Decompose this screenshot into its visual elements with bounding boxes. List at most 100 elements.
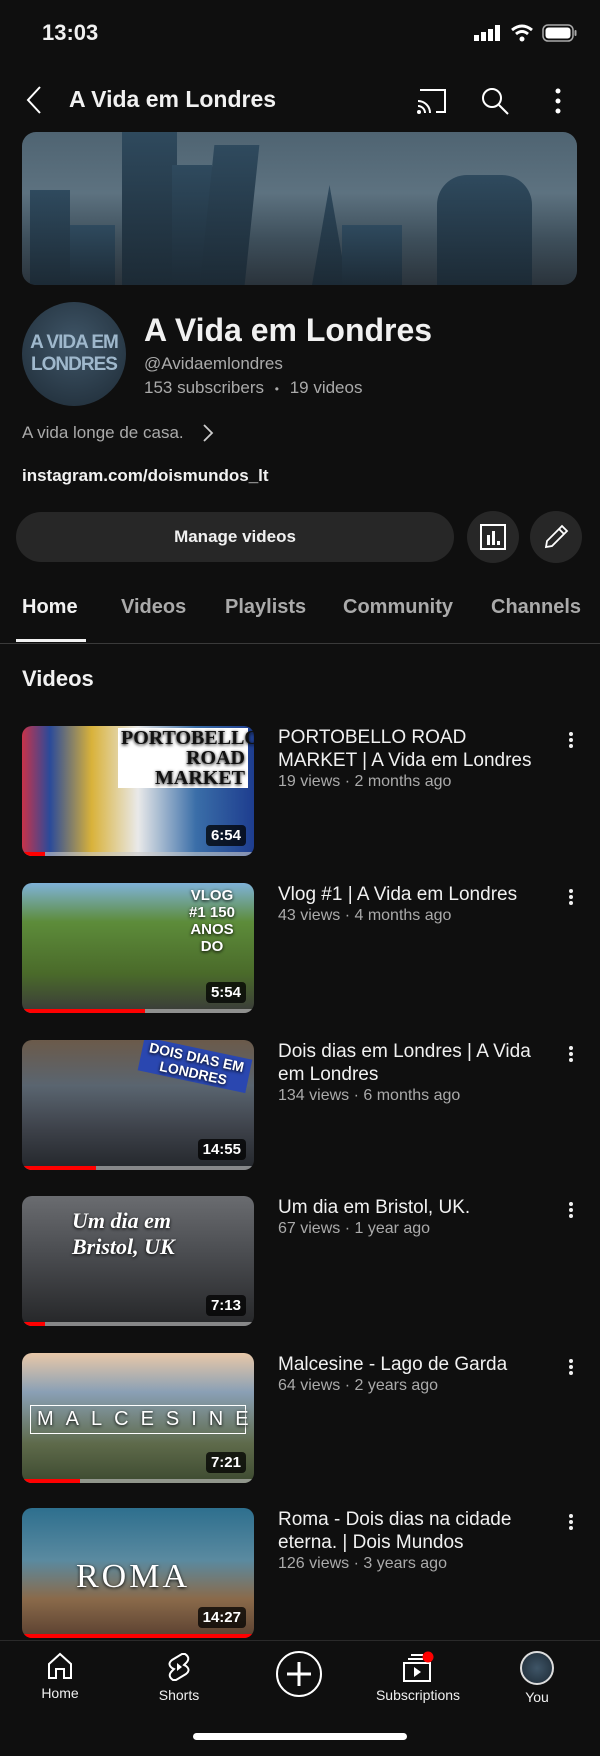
video-more-button[interactable] [562,1042,580,1066]
video-info[interactable]: Malcesine - Lago de Garda 64 views · 2 y… [278,1353,548,1396]
search-button[interactable] [478,84,512,118]
video-meta: 67 views · 1 year ago [278,1220,431,1237]
nav-you[interactable]: You [482,1651,592,1705]
thumbnail-caption: ROMA [76,1558,191,1595]
watch-progress-bar [22,1166,254,1170]
video-list-item[interactable]: DOIS DIAS EM LONDRES 14:55 Dois dias em … [0,1040,600,1172]
video-info[interactable]: Vlog #1 | A Vida em Londres 43 views · 4… [278,883,548,926]
video-title: Roma - Dois dias na cidade eterna. | Doi… [278,1509,512,1553]
nav-shorts[interactable]: Shorts [124,1651,234,1703]
back-button[interactable] [20,84,48,116]
video-more-button[interactable] [562,1198,580,1222]
tab-community[interactable]: Community [343,596,453,619]
more-vertical-icon [569,889,573,893]
channel-description[interactable]: A vida longe de casa. [22,423,214,443]
status-time: 13:03 [42,20,99,45]
cast-button[interactable] [414,86,450,116]
video-more-button[interactable] [562,728,580,752]
channel-link[interactable]: instagram.com/doismundos_lt [22,466,269,486]
signal-icon [474,25,500,41]
video-thumbnail[interactable]: MALCESINE 7:21 [22,1353,254,1483]
video-meta: 64 views · 2 years ago [278,1377,439,1394]
video-duration: 7:13 [205,1295,246,1316]
video-thumbnail[interactable]: DOIS DIAS EM LONDRES 14:55 [22,1040,254,1170]
video-meta: 19 views · 2 months ago [278,773,452,790]
video-info[interactable]: Roma - Dois dias na cidade eterna. | Doi… [278,1508,548,1574]
watch-progress-fill [22,1166,97,1170]
watch-progress-fill [22,1479,80,1483]
video-thumbnail[interactable]: PORTOBELLO ROAD MARKET 6:54 [22,726,254,856]
video-meta: 43 views · 4 months ago [278,907,452,924]
watch-progress-bar [22,852,254,856]
more-options-button[interactable] [550,86,566,116]
video-list-item[interactable]: ROMA 14:27 Roma - Dois dias na cidade et… [0,1508,600,1640]
video-thumbnail[interactable]: VLOG #1 150 ANOS DO 5:54 [22,883,254,1013]
analytics-icon [480,524,506,550]
video-title: Dois dias em Londres | A Vida em Londres [278,1041,531,1085]
channel-name: A Vida em Londres [144,312,433,348]
watch-progress-bar [22,1634,254,1638]
nav-create[interactable] [244,1649,354,1699]
home-icon [48,1652,72,1679]
nav-home[interactable]: Home [5,1651,115,1701]
chevron-right-icon [202,424,213,442]
video-duration: 14:55 [197,1139,246,1160]
video-title: Malcesine - Lago de Garda [278,1354,508,1375]
tab-channels[interactable]: Channels [491,596,581,619]
video-more-button[interactable] [562,1355,580,1379]
subscriber-count: 153 subscribers [144,378,265,397]
cast-icon [417,89,446,114]
thumbnail-caption: MALCESINE [30,1405,249,1434]
video-list-item[interactable]: PORTOBELLO ROAD MARKET 6:54 PORTOBELLO R… [0,726,600,858]
section-title: Videos [22,666,94,691]
more-vertical-icon [569,1359,573,1363]
channel-tabs: Home Videos Playlists Community Channels [0,596,600,644]
channel-handle: @Avidaemlondres [144,354,283,373]
analytics-button[interactable] [467,511,519,563]
video-list-item[interactable]: Um dia em Bristol, UK 7:13 Um dia em Bri… [0,1196,600,1328]
video-meta: 134 views · 6 months ago [278,1087,461,1104]
thumbnail-caption: Um dia em Bristol, UK [72,1208,175,1259]
manage-videos-button[interactable]: Manage videos [16,512,454,562]
nav-subscriptions[interactable]: Subscriptions [363,1651,473,1703]
watch-progress-fill [22,1009,145,1013]
video-list-item[interactable]: VLOG #1 150 ANOS DO 5:54 Vlog #1 | A Vid… [0,883,600,1015]
more-vertical-icon [569,732,573,736]
tab-videos[interactable]: Videos [121,596,186,619]
video-more-button[interactable] [562,1510,580,1534]
wifi-icon [511,24,533,42]
nav-label: You [525,1689,549,1705]
avatar [520,1651,554,1685]
watch-progress-fill [22,1322,46,1326]
video-thumbnail[interactable]: ROMA 14:27 [22,1508,254,1638]
video-duration: 5:54 [205,982,246,1003]
channel-avatar[interactable]: A VIDA EM LONDRES [22,302,126,406]
tab-home[interactable]: Home [22,596,78,619]
edit-channel-button[interactable] [530,511,582,563]
nav-label: Shorts [158,1687,200,1703]
edit-pencil-icon [544,524,569,549]
video-info[interactable]: PORTOBELLO ROAD MARKET | A Vida em Londr… [278,726,548,792]
channel-stats: 153 subscribers • 19 videos [144,378,362,398]
video-list-item[interactable]: MALCESINE 7:21 Malcesine - Lago de Garda… [0,1353,600,1485]
channel-banner [22,132,577,285]
more-vertical-icon [555,88,561,114]
shorts-icon [168,1653,190,1681]
more-vertical-icon [569,1046,573,1050]
home-indicator [193,1733,407,1740]
tab-playlists[interactable]: Playlists [225,596,306,619]
create-plus-icon [276,1651,322,1697]
watch-progress-bar [22,1322,254,1326]
video-info[interactable]: Dois dias em Londres | A Vida em Londres… [278,1040,548,1106]
video-more-button[interactable] [562,885,580,909]
watch-progress-bar [22,1009,254,1013]
video-thumbnail[interactable]: Um dia em Bristol, UK 7:13 [22,1196,254,1326]
video-meta: 126 views · 3 years ago [278,1555,447,1572]
watch-progress-fill [22,1634,254,1638]
active-tab-indicator [16,639,86,642]
separator: • [274,382,279,396]
status-icons [474,24,578,42]
video-info[interactable]: Um dia em Bristol, UK. 67 views · 1 year… [278,1196,548,1239]
description-text: A vida longe de casa. [22,423,184,442]
video-title: PORTOBELLO ROAD MARKET | A Vida em Londr… [278,727,532,771]
